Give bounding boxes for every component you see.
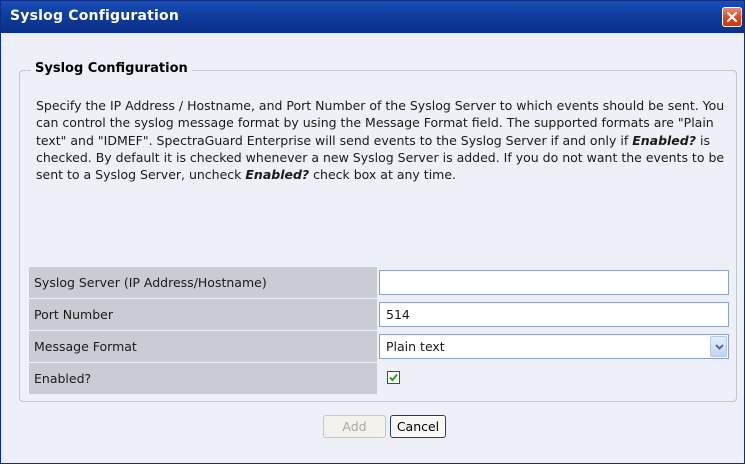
format-select-cell: Plain text xyxy=(379,331,731,362)
title-bar: Syslog Configuration xyxy=(1,1,744,33)
description-part-1: Specify the IP Address / Hostname, and P… xyxy=(36,98,725,148)
port-input-cell: 514 xyxy=(379,299,731,330)
checkmark-icon xyxy=(389,373,398,382)
server-input[interactable] xyxy=(379,270,729,295)
window-title: Syslog Configuration xyxy=(10,8,180,24)
description-part-3: check box at any time. xyxy=(309,167,457,183)
server-input-cell xyxy=(379,267,731,298)
enabled-checkbox-cell xyxy=(379,363,731,394)
format-label: Message Format xyxy=(29,331,377,362)
server-row: Syslog Server (IP Address/Hostname) xyxy=(29,267,731,299)
add-button[interactable]: Add xyxy=(323,415,386,438)
port-label: Port Number xyxy=(29,299,377,330)
description-enabled-1: Enabled? xyxy=(632,132,696,148)
format-select[interactable]: Plain text xyxy=(379,334,729,359)
server-label: Syslog Server (IP Address/Hostname) xyxy=(29,267,377,298)
port-input[interactable]: 514 xyxy=(379,302,729,327)
enabled-row: Enabled? xyxy=(29,363,731,395)
cancel-button[interactable]: Cancel xyxy=(390,415,446,438)
enabled-label: Enabled? xyxy=(29,363,377,394)
dropdown-button[interactable] xyxy=(710,336,727,357)
close-icon xyxy=(727,12,737,22)
syslog-form: Syslog Server (IP Address/Hostname) Port… xyxy=(29,267,731,395)
description-enabled-2: Enabled? xyxy=(245,167,310,183)
close-button[interactable] xyxy=(722,7,742,27)
port-row: Port Number 514 xyxy=(29,299,731,331)
chevron-down-icon xyxy=(715,344,724,350)
enabled-checkbox[interactable] xyxy=(387,371,400,384)
format-selected-value: Plain text xyxy=(386,339,445,354)
format-row: Message Format Plain text xyxy=(29,331,731,363)
syslog-dialog: Syslog Configuration Syslog Configuratio… xyxy=(0,0,745,464)
section-legend: Syslog Configuration xyxy=(31,61,192,76)
description-text: Specify the IP Address / Hostname, and P… xyxy=(36,97,736,183)
